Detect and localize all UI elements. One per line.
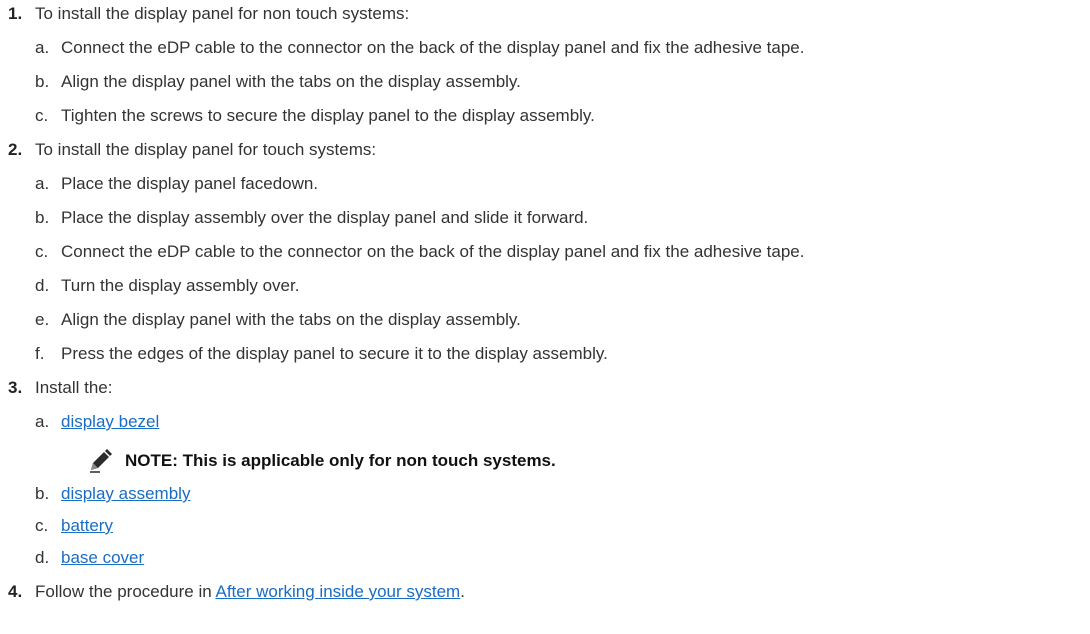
substep-letter: c. xyxy=(35,516,49,535)
step-number: 1. xyxy=(8,4,23,23)
note-callout: NOTE: This is applicable only for non to… xyxy=(88,447,556,475)
substep-text: Connect the eDP cable to the connector o… xyxy=(61,242,805,261)
step-number: 4. xyxy=(8,582,23,601)
step-text-before: Follow the procedure in xyxy=(35,582,216,601)
substep-text: Align the display panel with the tabs on… xyxy=(61,72,521,91)
substep-text: Connect the eDP cable to the connector o… xyxy=(61,38,805,57)
substep-letter: c. xyxy=(35,106,49,125)
link-display-bezel[interactable]: display bezel xyxy=(61,411,159,433)
step-text: Follow the procedure in After working in… xyxy=(35,581,465,603)
substep-letter: b. xyxy=(35,208,50,227)
step-text: To install the display panel for non tou… xyxy=(35,4,410,23)
substep-text: Place the display panel facedown. xyxy=(61,174,319,193)
link-after-working-inside[interactable]: After working inside your system xyxy=(216,582,461,601)
substep-letter: f. xyxy=(35,344,45,363)
substep-letter: b. xyxy=(35,72,50,91)
substep-letter: e. xyxy=(35,310,50,329)
substep-letter: a. xyxy=(35,174,50,193)
pencil-icon xyxy=(88,449,114,473)
substep-text: Press the edges of the display panel to … xyxy=(61,344,608,363)
substep-text: Turn the display assembly over. xyxy=(61,276,300,295)
substep-letter: c. xyxy=(35,242,49,261)
note-text: NOTE: This is applicable only for non to… xyxy=(125,451,556,470)
step-number: 3. xyxy=(8,378,23,397)
substep-letter: a. xyxy=(35,38,50,57)
link-display-assembly[interactable]: display assembly xyxy=(61,483,190,505)
substep-letter: d. xyxy=(35,548,50,567)
substep-letter: b. xyxy=(35,484,50,503)
substep-letter: a. xyxy=(35,412,50,431)
link-base-cover[interactable]: base cover xyxy=(61,547,144,569)
step-text: To install the display panel for touch s… xyxy=(35,140,377,159)
step-text: Install the: xyxy=(35,378,113,397)
substep-text: Place the display assembly over the disp… xyxy=(61,208,589,227)
step-number: 2. xyxy=(8,140,23,159)
step-text-after: . xyxy=(460,582,465,601)
substep-letter: d. xyxy=(35,276,50,295)
substep-text: Align the display panel with the tabs on… xyxy=(61,310,521,329)
substep-text: Tighten the screws to secure the display… xyxy=(61,106,595,125)
link-battery[interactable]: battery xyxy=(61,515,113,537)
